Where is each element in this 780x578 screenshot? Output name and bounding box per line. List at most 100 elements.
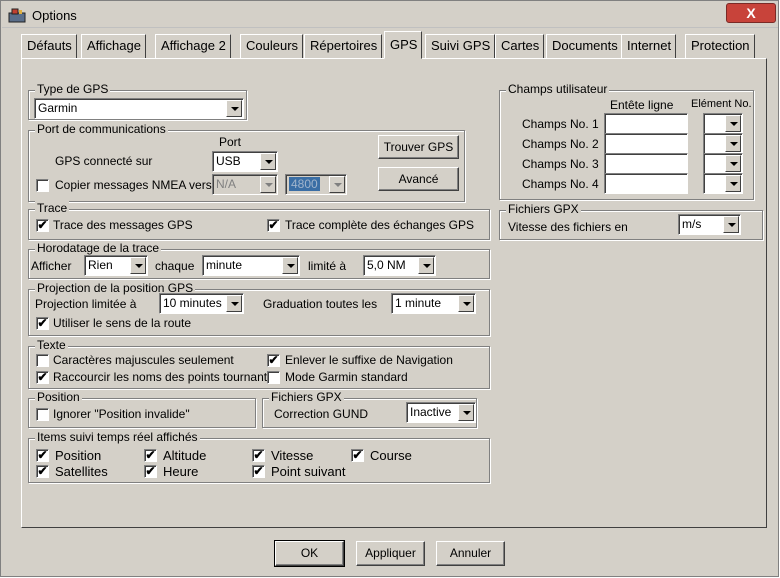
header-label-column: Entête ligne [610,98,674,112]
trace-gps-messages-checkbox[interactable]: ✔ [36,219,49,232]
user-field-3-input[interactable] [604,153,688,174]
group-user-fields: Champs utilisateur Entête ligne Elément … [499,82,754,200]
tab-affichage[interactable]: Affichage [81,34,146,58]
group-gpx-gund: Fichiers GPX Correction GUND Inactive [262,390,477,428]
realtime-satellites-checkbox[interactable]: ✔ [36,465,49,478]
port-legend: Port de communications [35,122,168,136]
graduation-value: 1 minute [395,296,442,310]
graduation-select[interactable]: 1 minute [391,293,476,314]
user-field-1-input[interactable] [604,113,688,134]
chevron-down-icon[interactable] [226,100,242,117]
realtime-legend: Items suivi temps réel affichés [35,430,200,444]
group-projection: Projection de la position GPS Projection… [28,281,490,336]
limit-label: limité à [308,259,347,273]
realtime-heure-checkbox[interactable]: ✔ [144,465,157,478]
nmea-speed-value: 4800 [289,177,320,191]
chevron-down-icon[interactable] [725,155,741,172]
port-select[interactable]: USB [212,151,278,172]
realtime-position-checkbox[interactable]: ✔ [36,449,49,462]
tab-gps[interactable]: GPS [384,31,423,59]
tab-repertoires[interactable]: Répertoires [304,34,383,58]
shorten-names-label: Raccourcir les noms des points tournants [53,370,274,384]
tab-defauts[interactable]: Défauts [21,34,77,58]
realtime-altitude-checkbox[interactable]: ✔ [144,449,157,462]
realtime-vitesse-checkbox[interactable]: ✔ [252,449,265,462]
tab-cartes[interactable]: Cartes [495,34,545,58]
tab-affichage-2[interactable]: Affichage 2 [155,34,231,58]
chevron-down-icon[interactable] [130,257,146,274]
user-field-1-label: Champs No. 1 [522,117,599,131]
realtime-heure-label: Heure [163,464,199,479]
user-field-3-element-select[interactable] [703,153,743,174]
remove-suffix-label: Enlever le suffixe de Navigation [285,353,453,367]
gps-type-select[interactable]: Garmin [34,98,244,119]
tab-protection[interactable]: Protection [685,34,755,58]
graduation-label: Graduation toutes les [263,297,378,311]
window-title: Options [32,8,77,23]
trace-full-label: Trace complète des échanges GPS [285,218,474,232]
timestamp-legend: Horodatage de la trace [35,241,162,255]
tab-couleurs[interactable]: Couleurs [240,34,304,58]
realtime-point-suivant-checkbox[interactable]: ✔ [252,465,265,478]
gpx-speed-legend: Fichiers GPX [506,202,581,216]
copy-nmea-checkbox[interactable] [36,179,49,192]
use-route-label: Utiliser le sens de la route [53,316,192,330]
group-port: Port de communications Port GPS connecté… [28,122,465,202]
chevron-down-icon[interactable] [260,153,276,170]
tab-suivi-gps[interactable]: Suivi GPS [425,34,496,58]
show-select[interactable]: Rien [84,255,148,276]
ok-button[interactable]: OK [274,540,345,567]
user-field-2-element-select[interactable] [703,133,743,154]
garmin-standard-checkbox[interactable] [267,371,280,384]
gund-select[interactable]: Inactive [406,402,476,423]
projection-limit-select[interactable]: 10 minutes [159,293,244,314]
shorten-names-checkbox[interactable]: ✔ [36,371,49,384]
uppercase-checkbox[interactable] [36,354,49,367]
projection-limit-value: 10 minutes [163,296,222,310]
show-value: Rien [88,258,113,272]
ignore-invalid-checkbox[interactable] [36,408,49,421]
remove-suffix-checkbox[interactable]: ✔ [267,354,280,367]
limit-select[interactable]: 5,0 NM [363,255,436,276]
group-trace: Trace ✔ Trace des messages GPS ✔ Trace c… [28,201,490,240]
close-button[interactable]: X [726,3,776,23]
each-select[interactable]: minute [202,255,300,276]
group-position: Position Ignorer "Position invalide" [28,390,256,428]
chevron-down-icon [329,176,345,193]
chevron-down-icon[interactable] [458,404,474,421]
gund-label: Correction GUND [274,407,369,421]
ignore-invalid-label: Ignorer "Position invalide" [53,407,190,421]
advanced-button[interactable]: Avancé [378,167,459,191]
chevron-down-icon[interactable] [458,295,474,312]
apply-button[interactable]: Appliquer [356,541,425,566]
gpx-speed-value: m/s [682,217,702,231]
user-field-4-input[interactable] [604,173,688,194]
copy-nmea-label: Copier messages NMEA vers [55,178,212,192]
chevron-down-icon[interactable] [725,135,741,152]
limit-value: 5,0 NM [367,258,406,272]
tab-internet[interactable]: Internet [621,34,677,58]
find-gps-button[interactable]: Trouver GPS [378,135,459,159]
gps-type-value: Garmin [38,101,78,115]
cancel-button[interactable]: Annuler [436,541,505,566]
tab-documents[interactable]: Documents [546,34,623,58]
use-route-checkbox[interactable]: ✔ [36,317,49,330]
user-field-4-element-select[interactable] [703,173,743,194]
port-header: Port [219,135,242,149]
chevron-down-icon[interactable] [282,257,298,274]
gps-connected-label: GPS connecté sur [55,154,153,168]
realtime-course-checkbox[interactable]: ✔ [351,449,364,462]
gpx-speed-select[interactable]: m/s [678,214,741,235]
chevron-down-icon[interactable] [418,257,434,274]
user-field-2-input[interactable] [604,133,688,154]
nmea-port-select: N/A [212,174,278,195]
chevron-down-icon[interactable] [725,115,741,132]
user-field-1-element-select[interactable] [703,113,743,134]
chevron-down-icon[interactable] [723,216,739,233]
title-bar[interactable]: Options X [2,2,778,28]
chevron-down-icon[interactable] [725,175,741,192]
realtime-point-suivant-label: Point suivant [271,464,346,479]
chevron-down-icon[interactable] [226,295,242,312]
trace-full-checkbox[interactable]: ✔ [267,219,280,232]
gpx-gund-legend: Fichiers GPX [269,390,344,404]
